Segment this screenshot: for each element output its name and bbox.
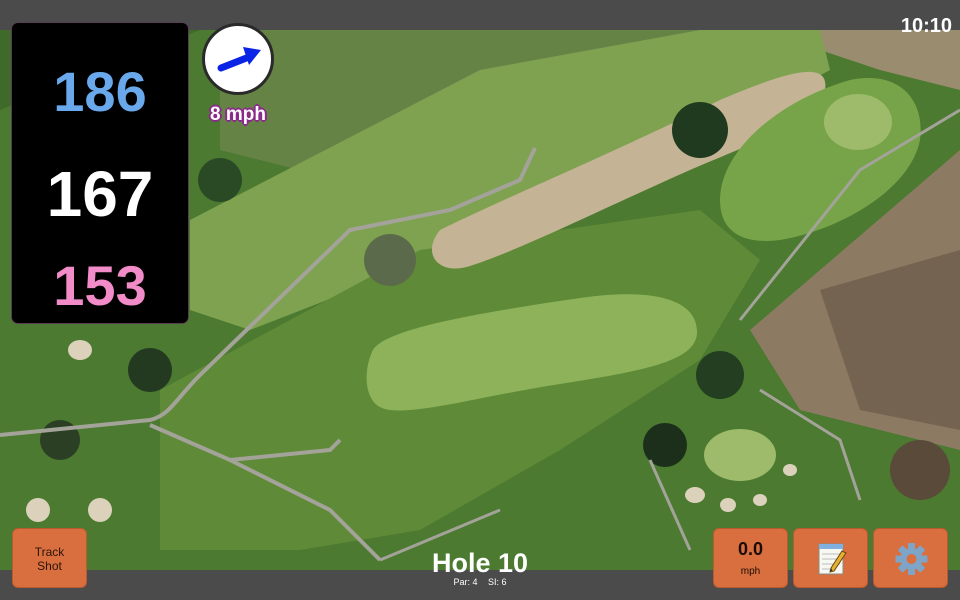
status-time: 10:10 — [900, 15, 952, 37]
wind-arrow-icon — [217, 47, 261, 72]
speed-unit: mph — [740, 566, 761, 577]
settings-button[interactable] — [873, 528, 948, 588]
distance-panel: 186 167 153 — [12, 23, 188, 323]
wind-indicator — [202, 23, 274, 95]
notepad-icon — [818, 543, 847, 575]
distance-front: 153 — [53, 254, 147, 317]
track-shot-button[interactable]: Track Shot — [12, 528, 87, 588]
hole-title: Hole 10 — [431, 548, 529, 578]
hole-par: Par: 4 — [453, 577, 478, 587]
track-shot-label-line1: Track — [34, 545, 65, 559]
speed-button[interactable]: 0.0 mph — [713, 528, 788, 588]
wind-speed: 8 mph — [210, 104, 266, 125]
track-shot-label-line2: Shot — [37, 559, 62, 573]
distance-back: 186 — [53, 60, 147, 123]
gear-icon — [895, 543, 928, 575]
hole-stroke-index: SI: 6 — [488, 577, 507, 587]
notes-button[interactable] — [793, 528, 868, 588]
distance-middle: 167 — [46, 158, 154, 230]
speed-value: 0.0 — [737, 539, 764, 559]
hole-info: Par: 4 SI: 6 — [380, 577, 580, 587]
